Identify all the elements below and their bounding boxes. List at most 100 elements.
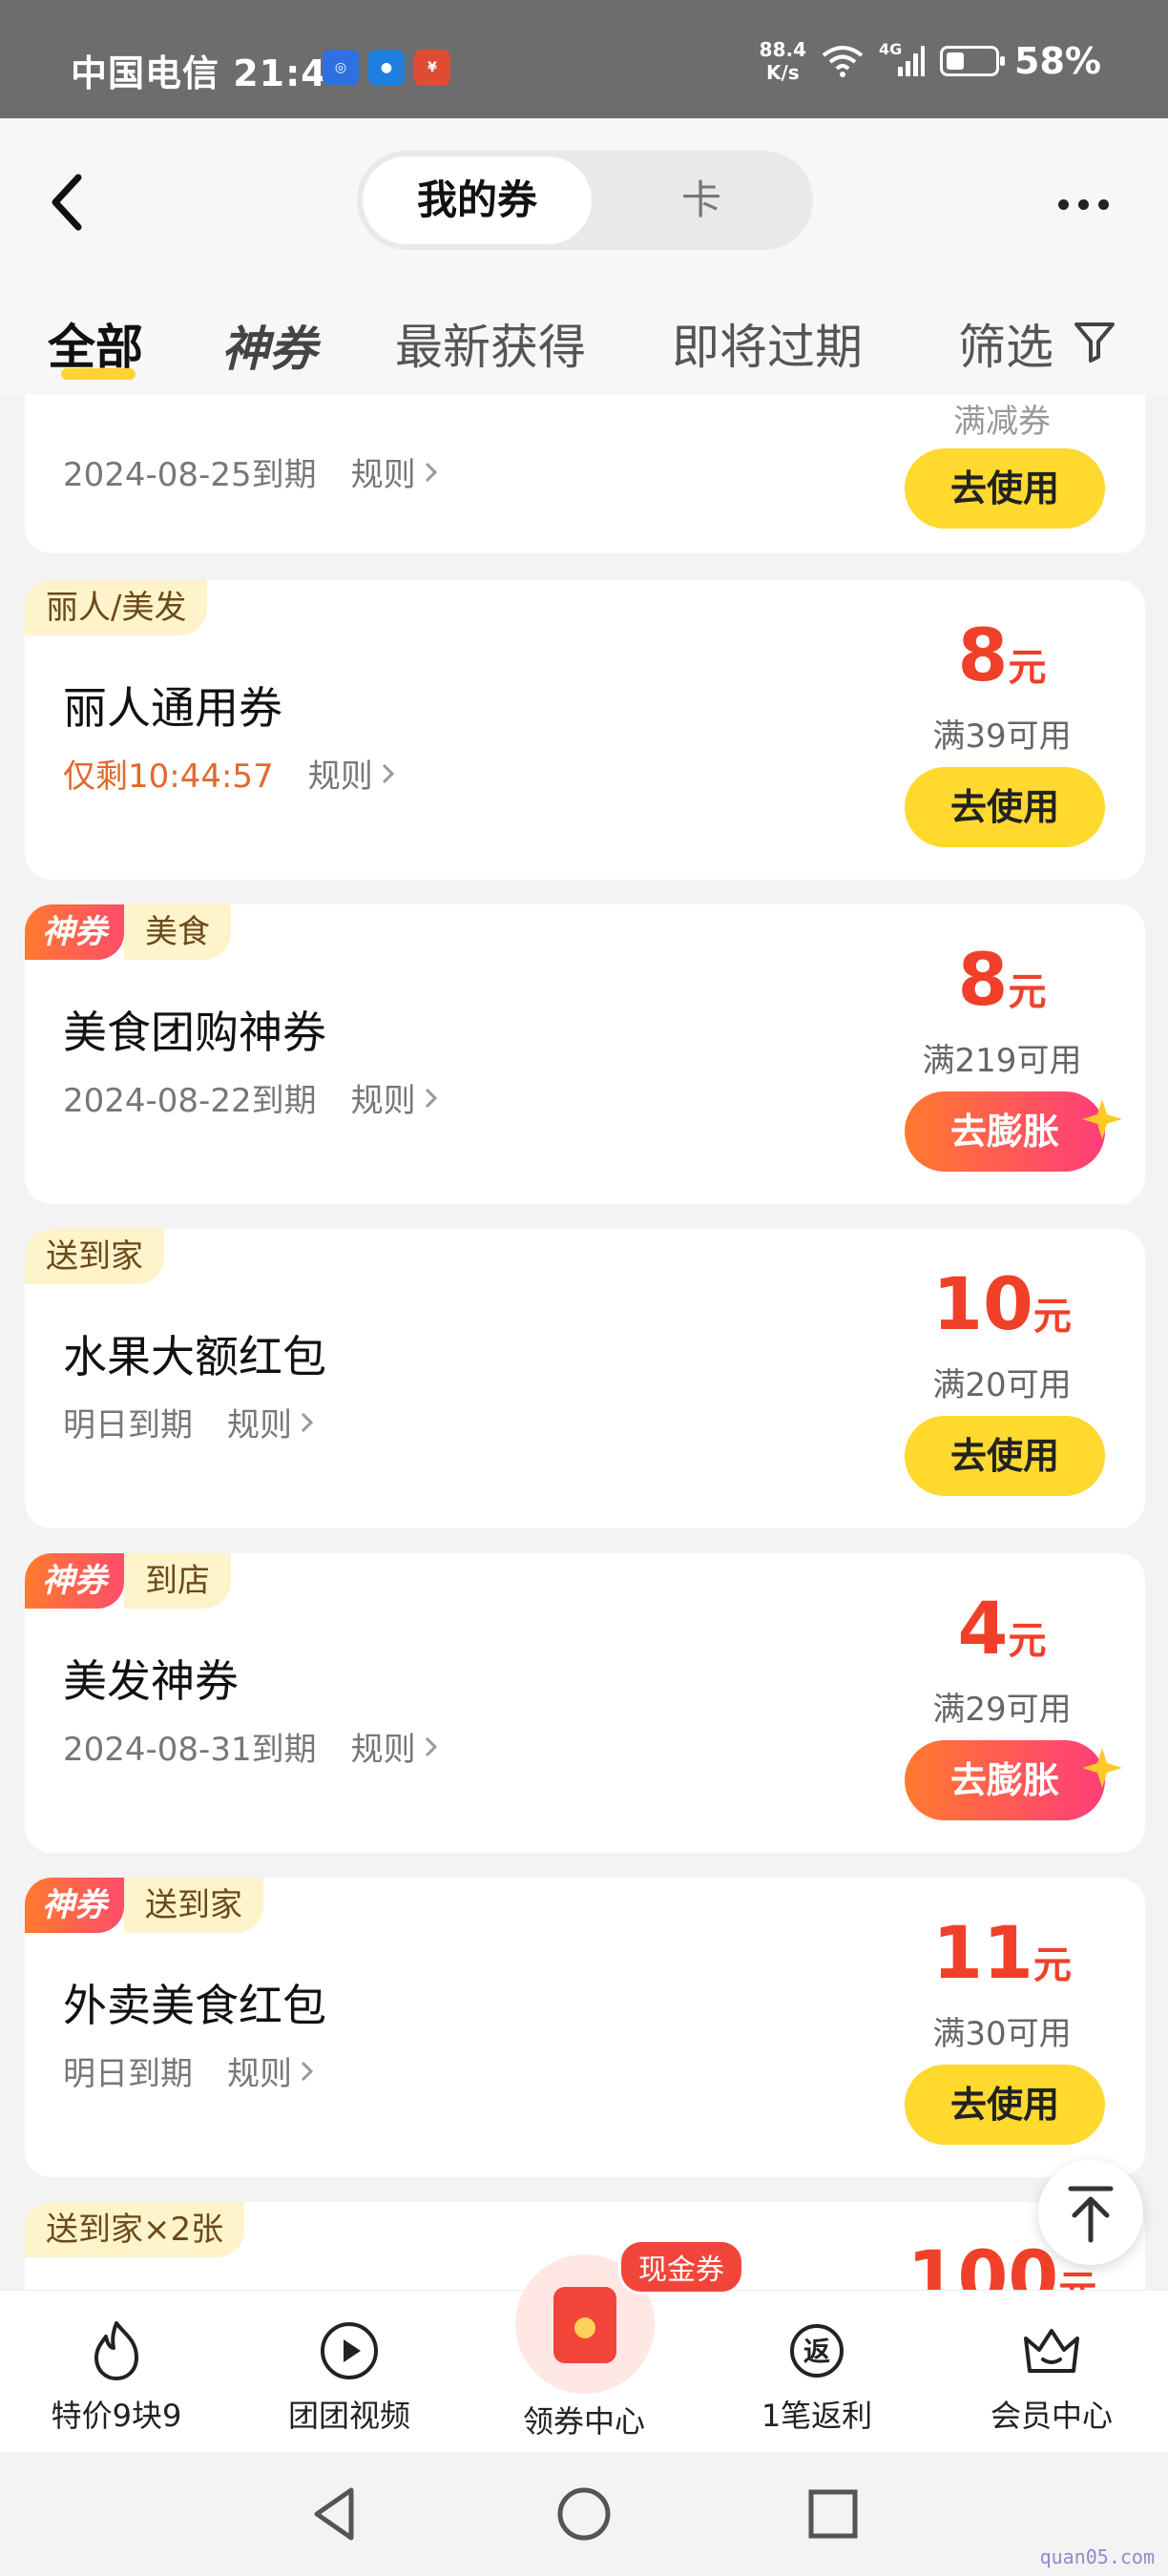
rebate-icon: 返 xyxy=(790,2324,844,2378)
coupon-rule-link[interactable]: 规则 xyxy=(308,750,398,797)
coupon-rule-link[interactable]: 规则 xyxy=(351,448,441,495)
segment-cards[interactable]: 卡 xyxy=(595,156,807,244)
svg-text:返: 返 xyxy=(803,2336,830,2367)
assistant-app-icon: ● xyxy=(368,50,405,86)
chevron-right-icon xyxy=(382,763,394,783)
coupon-amount: 8元 xyxy=(957,613,1047,697)
system-back-icon[interactable] xyxy=(302,2481,368,2547)
segment-control: 我的券 卡 xyxy=(357,151,813,250)
coupon-amount: 8元 xyxy=(957,937,1047,1022)
coupon-amount: 4元 xyxy=(957,1586,1047,1671)
nav-item-video[interactable]: 团团视频 xyxy=(254,2317,445,2436)
shen-badge: 神券 xyxy=(25,1878,124,1933)
coupon-title: 外卖美食红包 xyxy=(63,1980,326,2031)
coupon-condition: 满20可用 xyxy=(932,1366,1072,1404)
chevron-right-icon xyxy=(425,1088,437,1108)
segment-my-coupons[interactable]: 我的券 xyxy=(363,156,592,244)
coupon-title: 美发神券 xyxy=(63,1655,239,1707)
coupon-card: 神券 送到家 外卖美食红包 明日到期 规则 11元 满30可用 去使用 xyxy=(25,1878,1145,2177)
coupon-expiry: 明日到期 xyxy=(63,1406,193,1444)
coupon-rule-link[interactable]: 规则 xyxy=(227,2047,317,2094)
chevron-right-icon xyxy=(425,1736,437,1756)
coupon-amount: 11元 xyxy=(932,1910,1072,1995)
nav-item-rebate[interactable]: 返 1笔返利 xyxy=(721,2317,912,2436)
use-button[interactable]: 去使用 xyxy=(905,2065,1105,2145)
chevron-right-icon xyxy=(301,1412,314,1432)
coupon-condition: 满219可用 xyxy=(922,1042,1082,1080)
chevron-right-icon xyxy=(301,2061,314,2081)
coupon-amount: 10元 xyxy=(932,1261,1072,1346)
coupon-card: 神券 美食 美食团购神券 2024-08-22到期 规则 8元 满219可用 去… xyxy=(25,904,1145,1204)
tab-active-indicator xyxy=(61,368,136,380)
coupon-countdown: 仅剩10:44:57 xyxy=(63,758,274,796)
flame-icon xyxy=(94,2321,138,2380)
coupon-condition: 满减券 xyxy=(953,403,1051,441)
network-speed: 88.4 K/s xyxy=(759,38,807,84)
coupon-expiry: 2024-08-31到期 xyxy=(63,1731,317,1769)
nav-item-member[interactable]: 会员中心 xyxy=(956,2317,1147,2436)
coupon-card: 丽人/美发 丽人通用券 仅剩10:44:57 规则 8元 满39可用 去使用 xyxy=(25,580,1145,880)
nav-label: 特价9块9 xyxy=(51,2398,182,2434)
cash-coupon-badge: 现金券 xyxy=(618,2239,744,2295)
system-nav-bar: quan05.com xyxy=(0,2452,1168,2576)
battery-percent: 58% xyxy=(1014,40,1101,82)
bottom-nav: 特价9块9 团团视频 现金券 领券中心 返 1笔返利 会员中心 xyxy=(0,2239,1168,2452)
more-dot xyxy=(1077,198,1089,210)
tab-expiring[interactable]: 即将过期 xyxy=(672,309,863,378)
coupon-condition: 满29可用 xyxy=(932,1691,1072,1729)
coupon-title: 水果大额红包 xyxy=(63,1331,326,1382)
coupon-condition: 满39可用 xyxy=(932,717,1072,756)
baidu-app-icon: ◎ xyxy=(323,50,359,86)
tab-shen[interactable]: 神券 xyxy=(221,311,317,380)
coupon-rule-link[interactable]: 规则 xyxy=(351,1723,441,1770)
nav-label: 团团视频 xyxy=(287,2398,410,2434)
filter-icon[interactable] xyxy=(1073,319,1116,364)
use-button[interactable]: 去使用 xyxy=(905,1416,1105,1496)
coupon-list: 满减券 2024-08-25到期 规则 去使用 丽人/美发 丽人通用券 仅剩10… xyxy=(0,395,1168,2290)
use-button[interactable]: 去使用 xyxy=(905,767,1105,847)
more-button[interactable] xyxy=(1050,185,1116,223)
coupon-expiry: 2024-08-22到期 xyxy=(63,1082,317,1120)
back-button[interactable] xyxy=(42,164,99,240)
coupon-title: 美食团购神券 xyxy=(63,1007,326,1058)
system-recents-icon[interactable] xyxy=(800,2481,866,2547)
coupon-card: 神券 到店 美发神券 2024-08-31到期 规则 4元 满29可用 去膨胀 xyxy=(25,1553,1145,1853)
shen-badge: 神券 xyxy=(25,904,124,960)
coupon-rule-link[interactable]: 规则 xyxy=(351,1074,441,1121)
coupon-category-tag: 送到家 xyxy=(25,1229,164,1284)
sparkle-icon xyxy=(1082,1099,1122,1139)
signal-icon: 4G xyxy=(879,40,926,78)
red-envelope-icon xyxy=(553,2287,616,2363)
tab-filter[interactable]: 筛选 xyxy=(958,309,1053,378)
nav-label: 领券中心 xyxy=(522,2403,645,2440)
wifi-icon xyxy=(822,46,864,77)
coupon-rule-link[interactable]: 规则 xyxy=(227,1399,317,1445)
coupon-category-tag: 送到家×2张 xyxy=(25,2202,245,2257)
arrow-up-icon xyxy=(1068,2186,1114,2243)
nav-label: 会员中心 xyxy=(990,2398,1113,2434)
more-dot xyxy=(1057,198,1069,210)
nav-item-deals[interactable]: 特价9块9 xyxy=(21,2317,212,2436)
coupon-expiry: 2024-08-25到期 xyxy=(63,456,317,494)
back-to-top-button[interactable] xyxy=(1038,2160,1143,2265)
carrier-time: 中国电信 21:42 xyxy=(71,52,354,94)
nav-label: 1笔返利 xyxy=(761,2398,873,2434)
use-button[interactable]: 去使用 xyxy=(905,448,1105,529)
coupon-category-tag: 送到家 xyxy=(124,1878,263,1933)
chevron-right-icon xyxy=(425,462,437,482)
expand-button[interactable]: 去膨胀 xyxy=(905,1091,1105,1172)
bank-app-icon: ¥ xyxy=(414,50,450,86)
expand-button[interactable]: 去膨胀 xyxy=(905,1740,1105,1820)
more-dot xyxy=(1097,198,1109,210)
battery-icon xyxy=(940,46,1006,76)
coupon-card: 送到家 水果大额红包 明日到期 规则 10元 满20可用 去使用 xyxy=(25,1229,1145,1528)
status-bar: 中国电信 21:42 ◎ ● ¥ 88.4 K/s 4G 58% xyxy=(0,0,1168,118)
tab-newest[interactable]: 最新获得 xyxy=(395,309,586,378)
coupon-title: 丽人通用券 xyxy=(63,682,282,734)
filter-tabs: 全部 神券 最新获得 即将过期 筛选 xyxy=(0,290,1168,395)
watermark: quan05.com xyxy=(1039,2545,1155,2568)
system-home-icon[interactable] xyxy=(551,2481,617,2547)
coupon-card: 满减券 2024-08-25到期 规则 去使用 xyxy=(25,395,1145,553)
coupon-condition: 满30可用 xyxy=(932,2015,1072,2053)
shen-badge: 神券 xyxy=(25,1553,124,1609)
